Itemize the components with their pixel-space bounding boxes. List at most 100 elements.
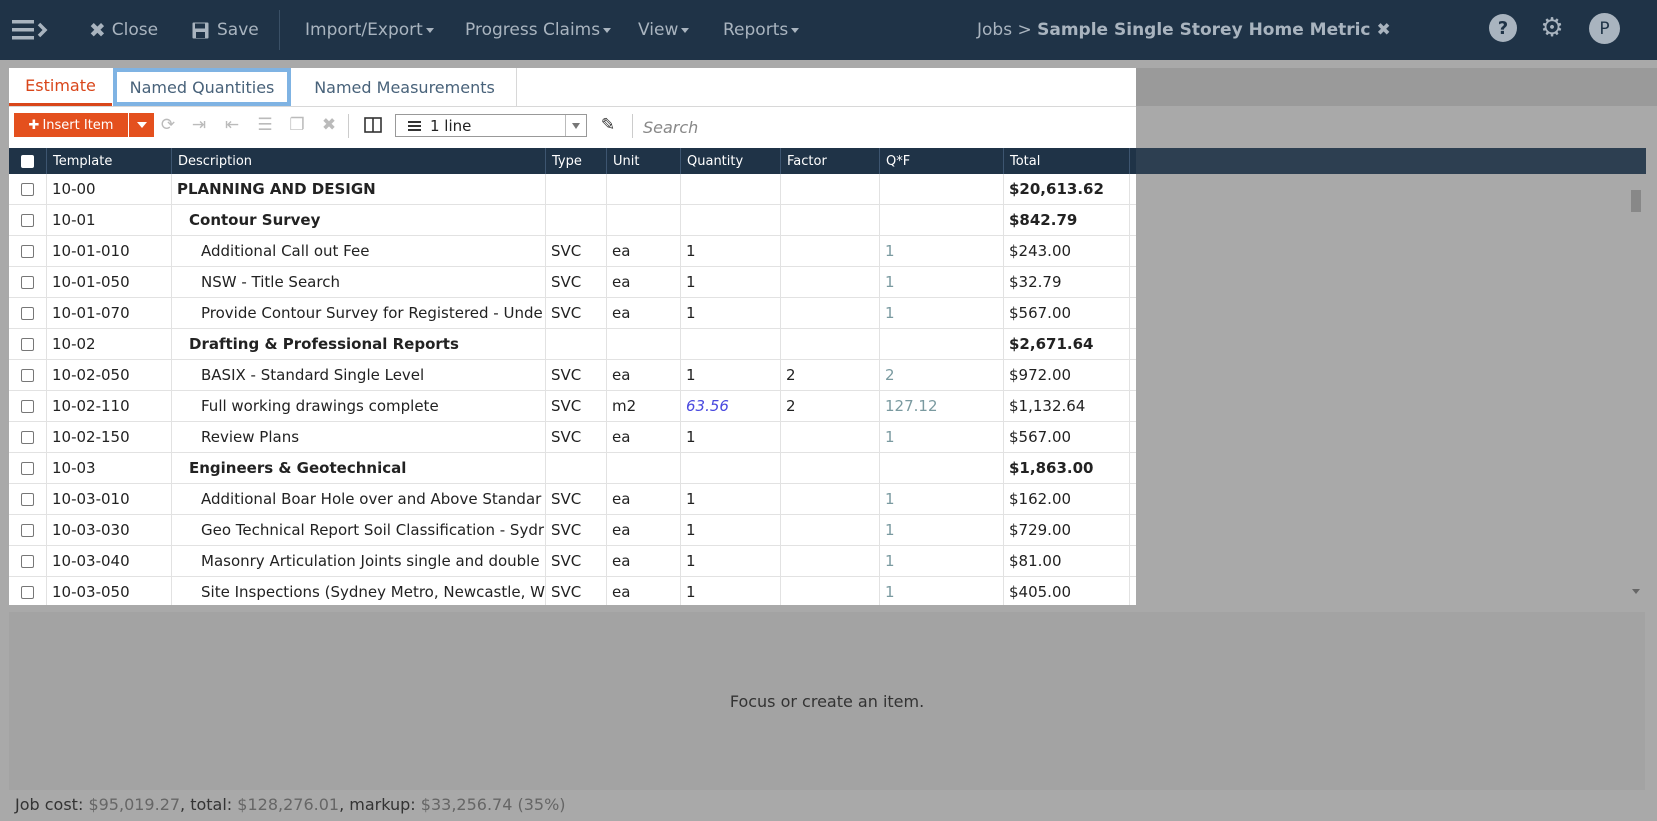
cell-factor[interactable]: [781, 236, 880, 266]
cell-qf[interactable]: [880, 205, 1004, 235]
search-input[interactable]: [641, 112, 1125, 142]
delete-icon[interactable]: ✖: [319, 115, 339, 135]
gear-icon[interactable]: ⚙: [1538, 13, 1566, 43]
table-row[interactable]: 10-02-110 Full working drawings complete S…: [9, 391, 1136, 422]
cell-factor[interactable]: [781, 546, 880, 576]
row-checkbox[interactable]: [21, 430, 34, 444]
cell-type[interactable]: SVC: [546, 515, 607, 545]
table-row[interactable]: 10-03 Engineers & Geotechnical $1,863.00: [9, 453, 1136, 484]
cell-type[interactable]: SVC: [546, 236, 607, 266]
cell-template[interactable]: 10-02-110: [47, 391, 172, 421]
cell-total[interactable]: $162.00: [1004, 484, 1130, 514]
cell-unit[interactable]: ea: [607, 484, 681, 514]
cell-factor[interactable]: [781, 298, 880, 328]
cell-template[interactable]: 10-02: [47, 329, 172, 359]
tab-named-measurements[interactable]: Named Measurements: [293, 68, 517, 106]
cell-unit[interactable]: [607, 453, 681, 483]
table-row[interactable]: 10-03-030 Geo Technical Report Soil Class…: [9, 515, 1136, 546]
cell-unit[interactable]: ea: [607, 546, 681, 576]
help-icon[interactable]: ?: [1489, 14, 1517, 42]
row-select-cell[interactable]: [9, 577, 47, 605]
cell-qf[interactable]: 127.12: [880, 391, 1004, 421]
cell-total[interactable]: $729.00: [1004, 515, 1130, 545]
cell-total[interactable]: $972.00: [1004, 360, 1130, 390]
cell-qf[interactable]: 1: [880, 484, 1004, 514]
table-row[interactable]: 10-01-070 Provide Contour Survey for Regi…: [9, 298, 1136, 329]
cell-quantity[interactable]: 1: [681, 298, 781, 328]
cell-type[interactable]: [546, 205, 607, 235]
col-template[interactable]: Template: [47, 148, 172, 174]
close-job-icon[interactable]: ✖: [1377, 20, 1391, 40]
cell-template[interactable]: 10-01-010: [47, 236, 172, 266]
cell-unit[interactable]: ea: [607, 515, 681, 545]
cell-total[interactable]: $32.79: [1004, 267, 1130, 297]
cell-qf[interactable]: 1: [880, 236, 1004, 266]
cell-quantity[interactable]: 1: [681, 360, 781, 390]
table-row[interactable]: 10-02-050 BASIX - Standard Single Level SV…: [9, 360, 1136, 391]
cell-quantity[interactable]: [681, 453, 781, 483]
cell-type[interactable]: SVC: [546, 484, 607, 514]
cell-qf[interactable]: 1: [880, 515, 1004, 545]
table-row[interactable]: 10-01-050 NSW - Title Search SVC ea 1 1 $32.79: [9, 267, 1136, 298]
cell-template[interactable]: 10-03-040: [47, 546, 172, 576]
scroll-down-icon[interactable]: [1632, 589, 1640, 594]
cell-quantity[interactable]: [681, 174, 781, 204]
menu-import-export[interactable]: Import/Export: [305, 0, 434, 60]
menu-view[interactable]: View: [638, 0, 690, 60]
table-row[interactable]: 10-01-010 Additional Call out Fee SVC ea 1 1 $…: [9, 236, 1136, 267]
row-checkbox[interactable]: [21, 275, 34, 289]
cell-qf[interactable]: 1: [880, 298, 1004, 328]
table-row[interactable]: 10-02 Drafting & Professional Reports $2,6…: [9, 329, 1136, 360]
col-description[interactable]: Description: [172, 148, 546, 174]
cell-template[interactable]: 10-03-050: [47, 577, 172, 605]
refresh-icon[interactable]: ⟳: [158, 115, 178, 135]
row-select-cell[interactable]: [9, 484, 47, 514]
table-row[interactable]: 10-03-040 Masonry Articulation Joints sin…: [9, 546, 1136, 577]
row-select-cell[interactable]: [9, 453, 47, 483]
cell-type[interactable]: [546, 174, 607, 204]
cell-template[interactable]: 10-03: [47, 453, 172, 483]
cell-total[interactable]: $1,863.00: [1004, 453, 1130, 483]
cell-quantity[interactable]: [681, 329, 781, 359]
menu-toggle-icon[interactable]: [12, 0, 50, 60]
cell-qf[interactable]: 2: [880, 360, 1004, 390]
cell-total[interactable]: $20,613.62: [1004, 174, 1130, 204]
table-row[interactable]: 10-02-150 Review Plans SVC ea 1 1 $567.00: [9, 422, 1136, 453]
cell-total[interactable]: $567.00: [1004, 298, 1130, 328]
grid-scrollbar[interactable]: [1629, 178, 1643, 598]
cell-total[interactable]: $81.00: [1004, 546, 1130, 576]
cell-description[interactable]: Provide Contour Survey for Registered - …: [172, 298, 546, 328]
cell-quantity[interactable]: 1: [681, 546, 781, 576]
menu-reports[interactable]: Reports: [723, 0, 800, 60]
col-total[interactable]: Total: [1004, 148, 1130, 174]
insert-item-button[interactable]: ✚ Insert Item: [14, 113, 128, 137]
cell-description[interactable]: BASIX - Standard Single Level: [172, 360, 546, 390]
cell-factor[interactable]: [781, 174, 880, 204]
tab-estimate[interactable]: Estimate: [9, 68, 112, 106]
cell-factor[interactable]: [781, 453, 880, 483]
cell-qf[interactable]: [880, 329, 1004, 359]
cell-template[interactable]: 10-03-010: [47, 484, 172, 514]
cell-description[interactable]: Additional Call out Fee: [172, 236, 546, 266]
row-checkbox[interactable]: [21, 213, 34, 227]
cell-quantity[interactable]: 1: [681, 484, 781, 514]
cell-factor[interactable]: [781, 205, 880, 235]
row-select-cell[interactable]: [9, 329, 47, 359]
save-button[interactable]: Save: [192, 0, 259, 60]
cell-template[interactable]: 10-01-050: [47, 267, 172, 297]
col-type[interactable]: Type: [546, 148, 607, 174]
cell-total[interactable]: $1,132.64: [1004, 391, 1130, 421]
cell-factor[interactable]: [781, 484, 880, 514]
row-checkbox[interactable]: [21, 306, 34, 320]
close-button[interactable]: ✖ Close: [89, 0, 158, 60]
cell-quantity[interactable]: 1: [681, 515, 781, 545]
row-checkbox[interactable]: [21, 492, 34, 506]
table-row[interactable]: 10-01 Contour Survey $842.79: [9, 205, 1136, 236]
cell-template[interactable]: 10-02-050: [47, 360, 172, 390]
tab-named-quantities[interactable]: Named Quantities: [113, 68, 291, 106]
cell-factor[interactable]: [781, 422, 880, 452]
outdent-icon[interactable]: ⇤: [222, 115, 242, 135]
row-select-cell[interactable]: [9, 391, 47, 421]
cell-qf[interactable]: [880, 174, 1004, 204]
row-checkbox[interactable]: [21, 523, 34, 537]
